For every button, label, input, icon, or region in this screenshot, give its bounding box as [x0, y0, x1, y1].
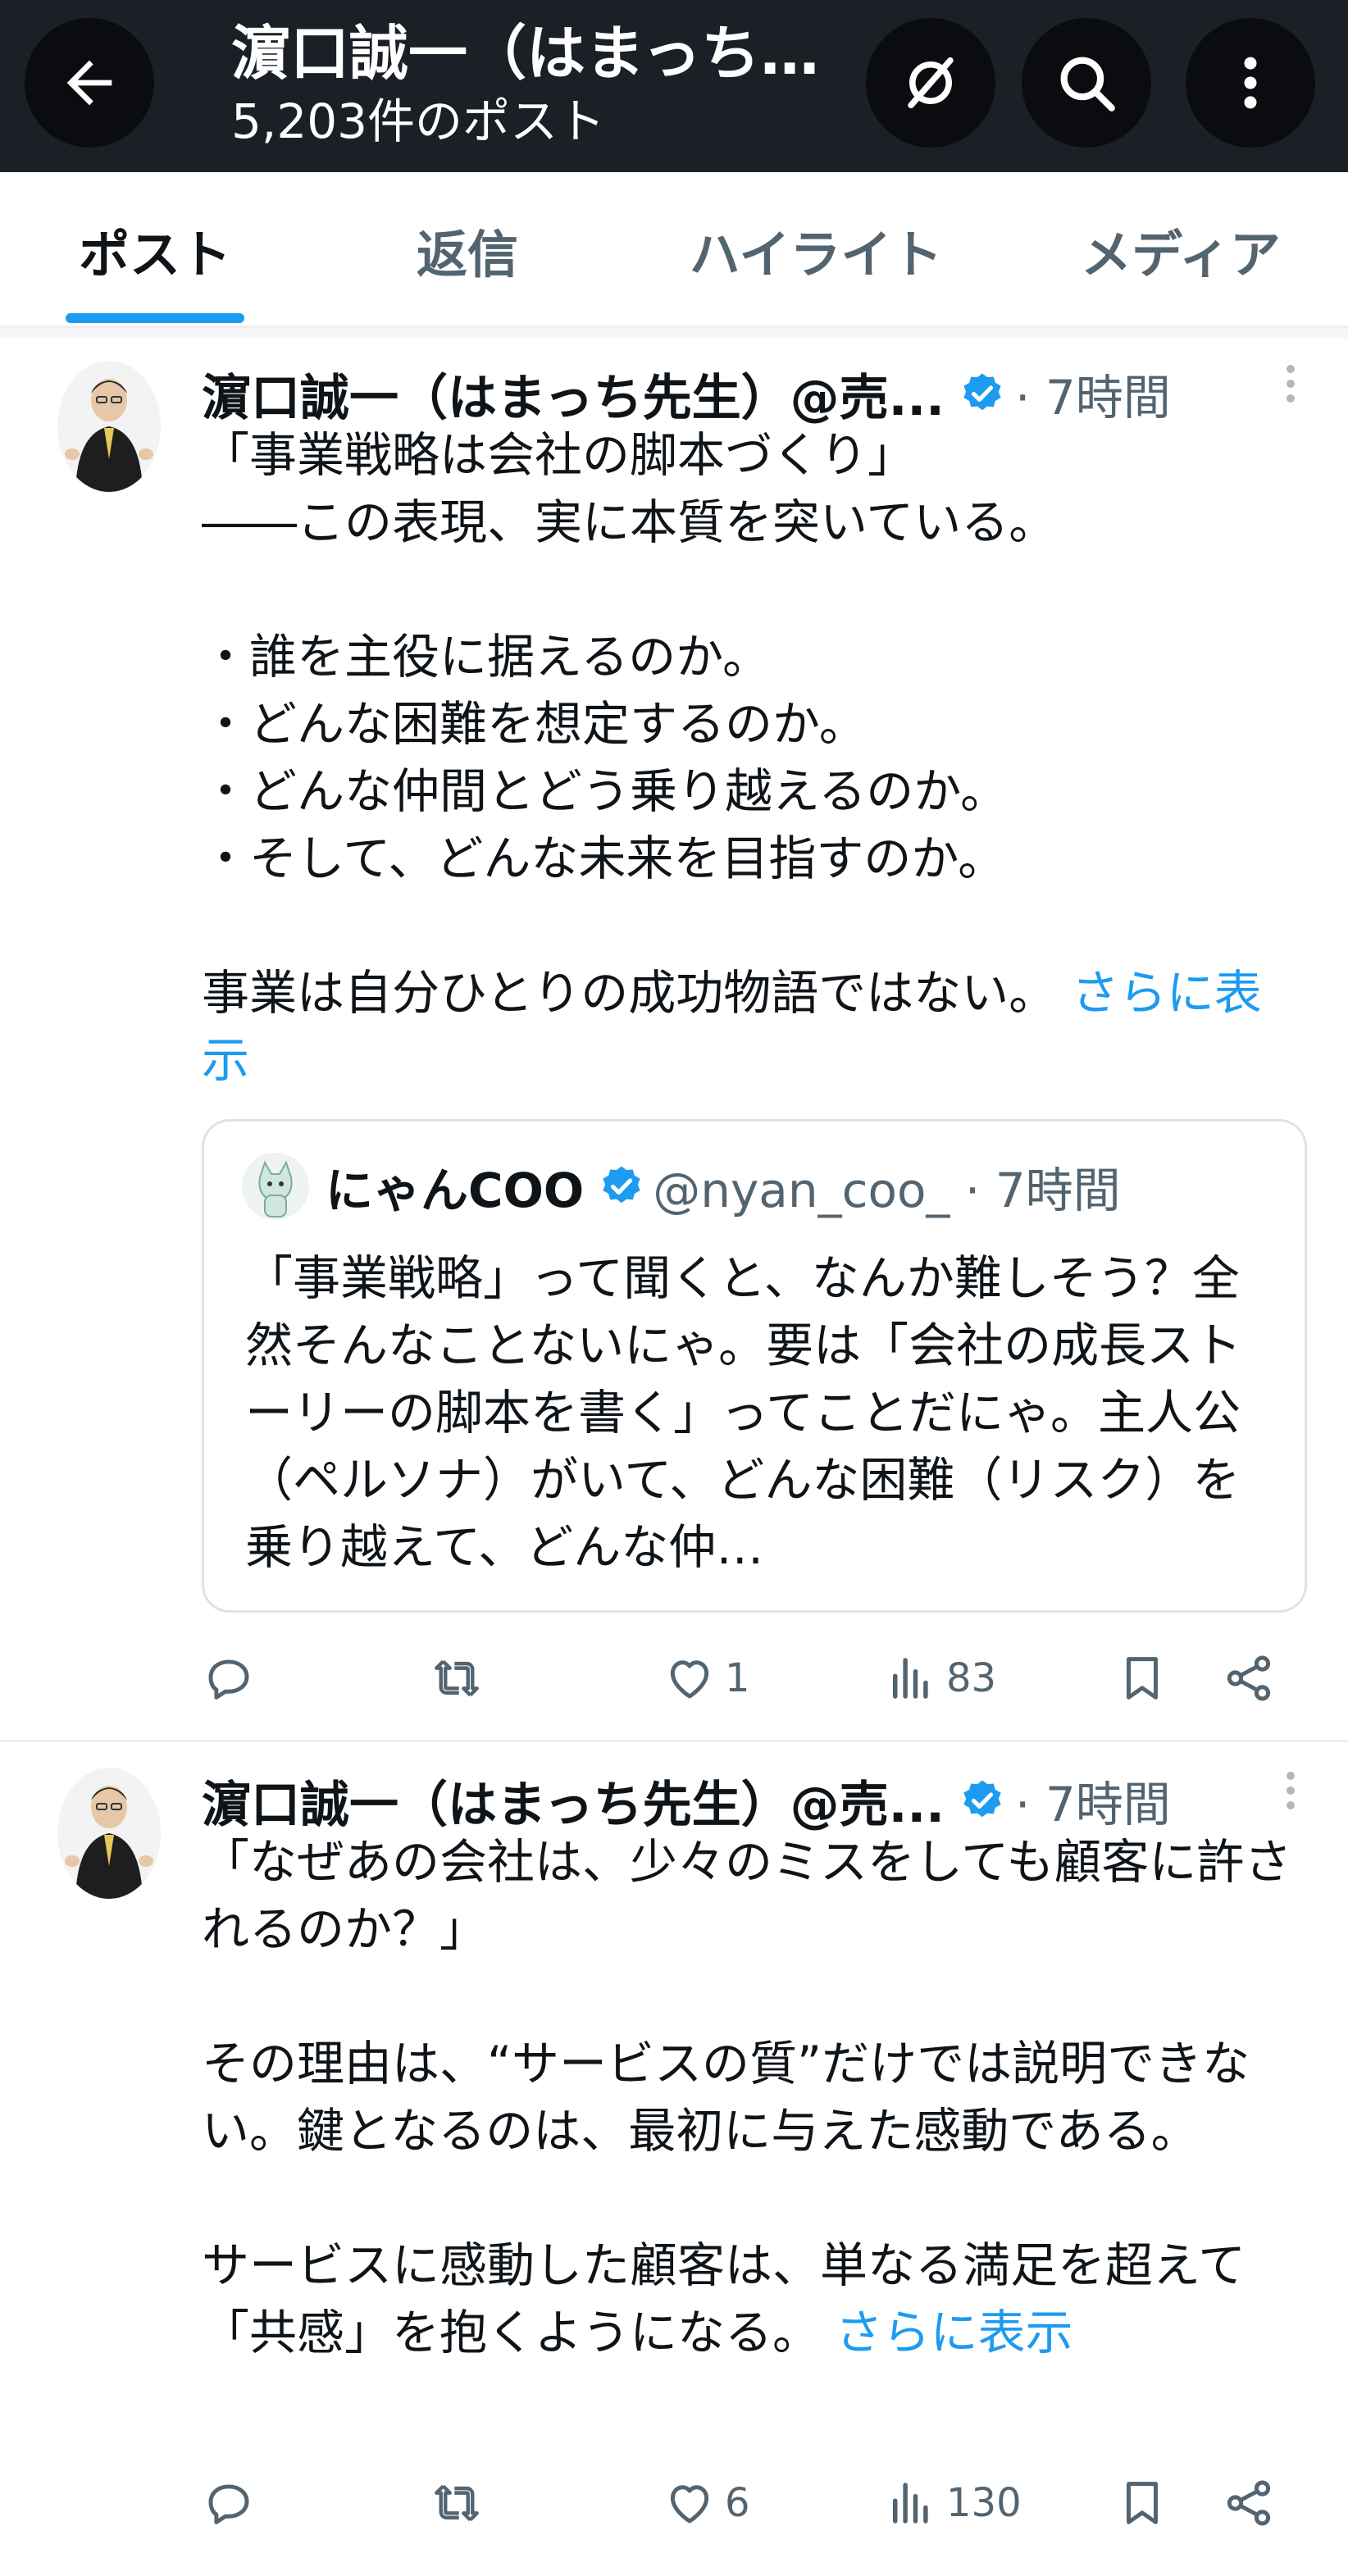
tab-media[interactable]: メディア	[1041, 172, 1320, 328]
avatar[interactable]	[57, 361, 161, 492]
quote-author-name[interactable]: にゃんCOO	[326, 1152, 584, 1221]
post[interactable]: 濵口誠一（はまっち先生）@売... · 7時間 「なぜあの会社は、少々のミスをし…	[0, 1759, 1348, 2576]
like-icon	[670, 2485, 709, 2524]
reply-button[interactable]	[202, 2458, 256, 2548]
translate-button[interactable]	[866, 18, 995, 148]
author-name[interactable]: 濵口誠一（はまっち先生）@売...	[202, 1765, 945, 1836]
profile-tabs: ポスト 返信 ハイライト メディア	[0, 172, 1348, 328]
like-icon	[670, 1660, 709, 1699]
verified-badge-icon	[603, 1166, 640, 1204]
bookmark-icon	[1127, 1657, 1158, 1700]
post-time: · 7時間	[1014, 370, 1171, 426]
repost-icon	[435, 2484, 479, 2522]
post[interactable]: 濵口誠一（はまっち先生）@売... · 7時間 「事業戦略は会社の脚本づくり」 …	[0, 353, 1348, 1738]
quoted-post[interactable]: にゃんCOO @nyan_coo_ · 7時間 「事業戦略」って聞くと、なんか難…	[202, 1119, 1307, 1613]
show-more-link[interactable]: さらに表示	[835, 2305, 1072, 2360]
post-actions: 6 130	[0, 2458, 1348, 2548]
post-more-icon[interactable]	[1282, 359, 1299, 408]
author-name[interactable]: 濵口誠一（はまっち先生）@売...	[202, 358, 945, 430]
translate-icon	[908, 57, 954, 109]
views-button[interactable]: 83	[884, 1633, 996, 1723]
share-icon	[1227, 2480, 1271, 2526]
post-header: 濵口誠一（はまっち先生）@売... · 7時間	[202, 1765, 1315, 1836]
quote-header: にゃんCOO @nyan_coo_ · 7時間	[242, 1149, 1121, 1223]
tab-replies[interactable]: 返信	[344, 172, 590, 328]
reply-button[interactable]	[202, 1633, 256, 1723]
post-time: · 7時間	[1014, 1777, 1171, 1832]
like-count: 1	[725, 1655, 750, 1701]
views-button[interactable]: 130	[884, 2458, 1022, 2548]
repost-button[interactable]	[430, 2458, 484, 2548]
views-icon	[893, 2483, 928, 2524]
tab-posts[interactable]: ポスト	[25, 172, 285, 328]
bookmark-button[interactable]	[1115, 1633, 1169, 1723]
avatar[interactable]	[57, 1768, 161, 1899]
back-button[interactable]	[25, 18, 154, 148]
like-button[interactable]: 6	[663, 2458, 750, 2548]
post-body-text: 「なぜあの会社は、少々のミスをしても顧客に許されるのか？」 その理由は、“サービ…	[202, 1834, 1292, 2360]
tabs-divider	[0, 328, 1348, 338]
share-icon	[1227, 1655, 1271, 1701]
post-text: 「事業戦略は会社の脚本づくり」 ――この表現、実に本質を突いている。 ・誰を主役…	[202, 421, 1309, 1094]
reply-icon	[208, 2484, 249, 2524]
profile-title: 濵口誠一（はまっち先生）@売れる理由を科学するマーケティング	[231, 19, 838, 88]
like-count: 6	[725, 2480, 750, 2526]
repost-button[interactable]	[430, 1633, 484, 1723]
post-divider	[0, 1740, 1348, 1742]
bookmark-button[interactable]	[1115, 2458, 1169, 2548]
share-button[interactable]	[1222, 1633, 1276, 1723]
post-body-text: 「事業戦略は会社の脚本づくり」 ――この表現、実に本質を突いている。 ・誰を主役…	[202, 427, 1057, 1021]
avatar-image	[57, 361, 161, 492]
active-tab-indicator	[66, 313, 244, 323]
search-icon	[1060, 57, 1115, 112]
post-more-icon[interactable]	[1282, 1766, 1299, 1815]
more-options-button[interactable]	[1186, 18, 1315, 148]
quote-text: 「事業戦略」って聞くと、なんか難しそう？全然そんなことないにゃ。要は「会社の成長…	[245, 1250, 1242, 1575]
post-header: 濵口誠一（はまっち先生）@売... · 7時間	[202, 361, 1315, 427]
post-count: 5,203件のポスト	[231, 93, 606, 149]
quote-avatar	[242, 1153, 309, 1220]
search-button[interactable]	[1022, 18, 1151, 148]
cat-avatar-image	[242, 1153, 309, 1220]
views-icon	[893, 1658, 928, 1699]
more-vertical-icon	[1244, 57, 1257, 109]
quote-handle-time: @nyan_coo_ · 7時間	[653, 1163, 1121, 1218]
post-actions: 1 83	[0, 1633, 1348, 1723]
reply-icon	[208, 1659, 249, 1700]
top-app-bar: 濵口誠一（はまっち先生）@売れる理由を科学するマーケティング 5,203件のポス…	[0, 0, 1348, 172]
tab-highlights[interactable]: ハイライト	[656, 172, 976, 328]
avatar-image	[57, 1768, 161, 1899]
post-text: 「なぜあの会社は、少々のミスをしても顧客に許されるのか？」 その理由は、“サービ…	[202, 1828, 1309, 2366]
verified-badge-icon	[963, 373, 1001, 411]
back-arrow-icon	[66, 60, 112, 106]
view-count: 83	[946, 1655, 997, 1701]
like-button[interactable]: 1	[663, 1633, 750, 1723]
repost-icon	[435, 1659, 479, 1697]
bookmark-icon	[1127, 2482, 1158, 2524]
verified-badge-icon	[963, 1780, 1001, 1818]
view-count: 130	[946, 2480, 1022, 2526]
share-button[interactable]	[1222, 2458, 1276, 2548]
